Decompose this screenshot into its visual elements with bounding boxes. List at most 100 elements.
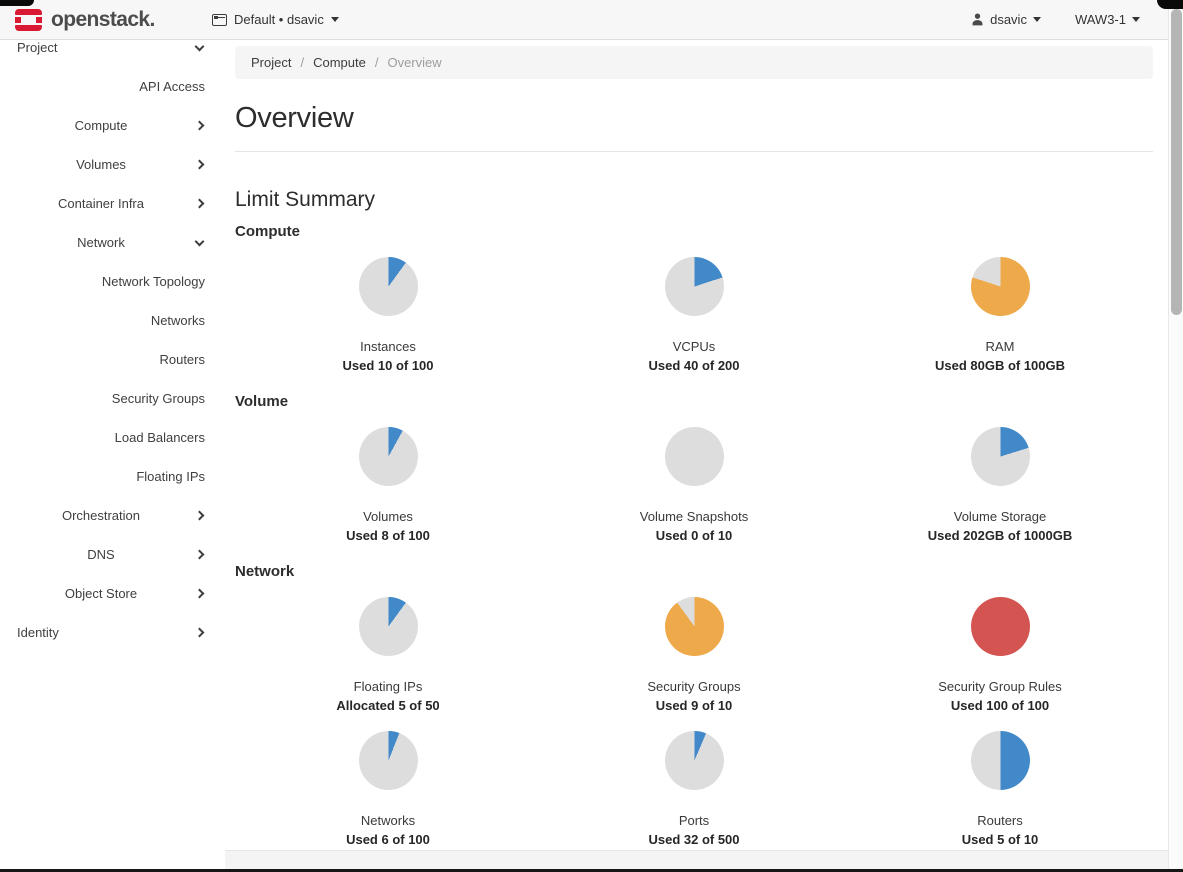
- limit-chart-vcpus: VCPUs Used 40 of 200: [541, 257, 847, 382]
- brand[interactable]: openstack.: [0, 8, 212, 32]
- openstack-logo-icon: [15, 9, 42, 31]
- window-corner-top-left: [0, 0, 34, 6]
- pie-chart: [359, 427, 418, 486]
- sidebar-item-dns[interactable]: DNS: [0, 535, 225, 574]
- chart-label: Volumes: [363, 510, 413, 524]
- user-icon: [971, 13, 984, 26]
- limit-chart-routers: Routers Used 5 of 10: [847, 731, 1153, 856]
- page-title: Overview: [235, 102, 1153, 135]
- sidebar-item-label: Identity: [17, 625, 59, 640]
- chart-usage: Used 80GB of 100GB: [935, 359, 1065, 373]
- sidebar-item-identity[interactable]: Identity: [0, 613, 225, 652]
- user-menu-label: dsavic: [990, 12, 1027, 27]
- chart-label: Floating IPs: [354, 680, 423, 694]
- chart-label: Ports: [679, 814, 709, 828]
- caret-down-icon: [1132, 17, 1140, 22]
- limit-chart-security-group-rules: Security Group Rules Used 100 of 100: [847, 597, 1153, 722]
- breadcrumb-overview: Overview: [387, 55, 441, 70]
- sidebar-item-network[interactable]: Network: [0, 223, 225, 262]
- breadcrumb-separator: /: [375, 55, 379, 70]
- limit-chart-ram: RAM Used 80GB of 100GB: [847, 257, 1153, 382]
- pie-chart: [971, 257, 1030, 316]
- region-menu-label: WAW3-1: [1075, 12, 1126, 27]
- sidebar-item-label: Volumes: [76, 157, 126, 172]
- window-corner-top-right: [1157, 0, 1183, 9]
- sidebar-item-compute[interactable]: Compute: [0, 106, 225, 145]
- sidebar-item-label: Network Topology: [102, 274, 205, 289]
- section-heading-network: Network: [235, 563, 1153, 580]
- chevron-right-icon: [195, 511, 205, 521]
- pie-chart: [665, 427, 724, 486]
- sidebar-item-label: DNS: [87, 547, 114, 562]
- sidebar-item-label: Project: [17, 40, 57, 55]
- volume-chart-row: Volumes Used 8 of 100 Volume Snapshots U…: [235, 427, 1153, 552]
- pie-chart: [359, 257, 418, 316]
- sidebar-item-networks[interactable]: Networks: [0, 301, 225, 340]
- vertical-scrollbar[interactable]: [1168, 0, 1183, 872]
- sidebar-item-routers[interactable]: Routers: [0, 340, 225, 379]
- chart-label: Networks: [361, 814, 415, 828]
- chart-usage: Used 40 of 200: [648, 359, 739, 373]
- sidebar-item-object-store[interactable]: Object Store: [0, 574, 225, 613]
- sidebar-item-label: Container Infra: [58, 196, 144, 211]
- project-switcher-menu[interactable]: Default • dsavic: [212, 12, 339, 27]
- pie-chart: [665, 731, 724, 790]
- limit-chart-floating-ips: Floating IPs Allocated 5 of 50: [235, 597, 541, 722]
- chevron-right-icon: [195, 550, 205, 560]
- chart-usage: Used 9 of 10: [656, 699, 733, 713]
- sidebar-item-floating-ips[interactable]: Floating IPs: [0, 457, 225, 496]
- sidebar-item-network-topology[interactable]: Network Topology: [0, 262, 225, 301]
- breadcrumb-project[interactable]: Project: [251, 55, 291, 70]
- limit-chart-security-groups: Security Groups Used 9 of 10: [541, 597, 847, 722]
- sidebar-item-security-groups[interactable]: Security Groups: [0, 379, 225, 418]
- section-heading-volume: Volume: [235, 393, 1153, 410]
- sidebar-item-volumes[interactable]: Volumes: [0, 145, 225, 184]
- limit-summary-title: Limit Summary: [235, 188, 1153, 212]
- sidebar-item-load-balancers[interactable]: Load Balancers: [0, 418, 225, 457]
- chart-usage: Used 10 of 100: [342, 359, 433, 373]
- top-navbar: openstack. Default • dsavic dsavic WAW3-…: [0, 0, 1168, 40]
- sidebar-item-api-access[interactable]: API Access: [0, 67, 225, 106]
- user-menu[interactable]: dsavic: [971, 12, 1041, 27]
- chart-label: Security Group Rules: [938, 680, 1062, 694]
- chart-usage: Used 100 of 100: [951, 699, 1049, 713]
- chart-usage: Used 0 of 10: [656, 529, 733, 543]
- sidebar-item-label: Load Balancers: [115, 430, 205, 445]
- region-menu[interactable]: WAW3-1: [1075, 12, 1140, 27]
- window-icon: [212, 14, 227, 26]
- main-content: Project / Compute / Overview Overview Li…: [225, 40, 1168, 869]
- network-chart-grid: Floating IPs Allocated 5 of 50 Security …: [235, 597, 1153, 856]
- breadcrumb-compute[interactable]: Compute: [313, 55, 366, 70]
- project-switcher-label: Default • dsavic: [234, 12, 324, 27]
- chevron-right-icon: [195, 160, 205, 170]
- chevron-down-icon: [195, 41, 205, 51]
- chevron-right-icon: [195, 199, 205, 209]
- chart-label: Volume Storage: [954, 510, 1047, 524]
- pie-chart: [971, 597, 1030, 656]
- caret-down-icon: [331, 17, 339, 22]
- section-heading-compute: Compute: [235, 223, 1153, 240]
- chevron-right-icon: [195, 121, 205, 131]
- chevron-right-icon: [195, 589, 205, 599]
- limit-chart-volume-storage: Volume Storage Used 202GB of 1000GB: [847, 427, 1153, 552]
- chart-usage: Allocated 5 of 50: [336, 699, 439, 713]
- pie-chart: [359, 597, 418, 656]
- chevron-right-icon: [195, 628, 205, 638]
- compute-chart-row: Instances Used 10 of 100 VCPUs Used 40 o…: [235, 257, 1153, 382]
- chart-usage: Used 6 of 100: [346, 833, 430, 847]
- title-divider: [235, 151, 1153, 152]
- sidebar-item-orchestration[interactable]: Orchestration: [0, 496, 225, 535]
- sidebar-item-label: API Access: [139, 79, 205, 94]
- sidebar-item-label: Orchestration: [62, 508, 140, 523]
- chart-label: RAM: [986, 340, 1015, 354]
- pie-chart: [665, 257, 724, 316]
- chevron-down-icon: [195, 236, 205, 246]
- scrollbar-thumb[interactable]: [1171, 9, 1182, 315]
- sidebar: Project API Access Compute Volumes Conta…: [0, 40, 225, 869]
- limit-chart-volume-snapshots: Volume Snapshots Used 0 of 10: [541, 427, 847, 552]
- chart-label: VCPUs: [673, 340, 716, 354]
- limit-chart-ports: Ports Used 32 of 500: [541, 731, 847, 856]
- sidebar-item-container-infra[interactable]: Container Infra: [0, 184, 225, 223]
- limit-chart-instances: Instances Used 10 of 100: [235, 257, 541, 382]
- pie-chart: [359, 731, 418, 790]
